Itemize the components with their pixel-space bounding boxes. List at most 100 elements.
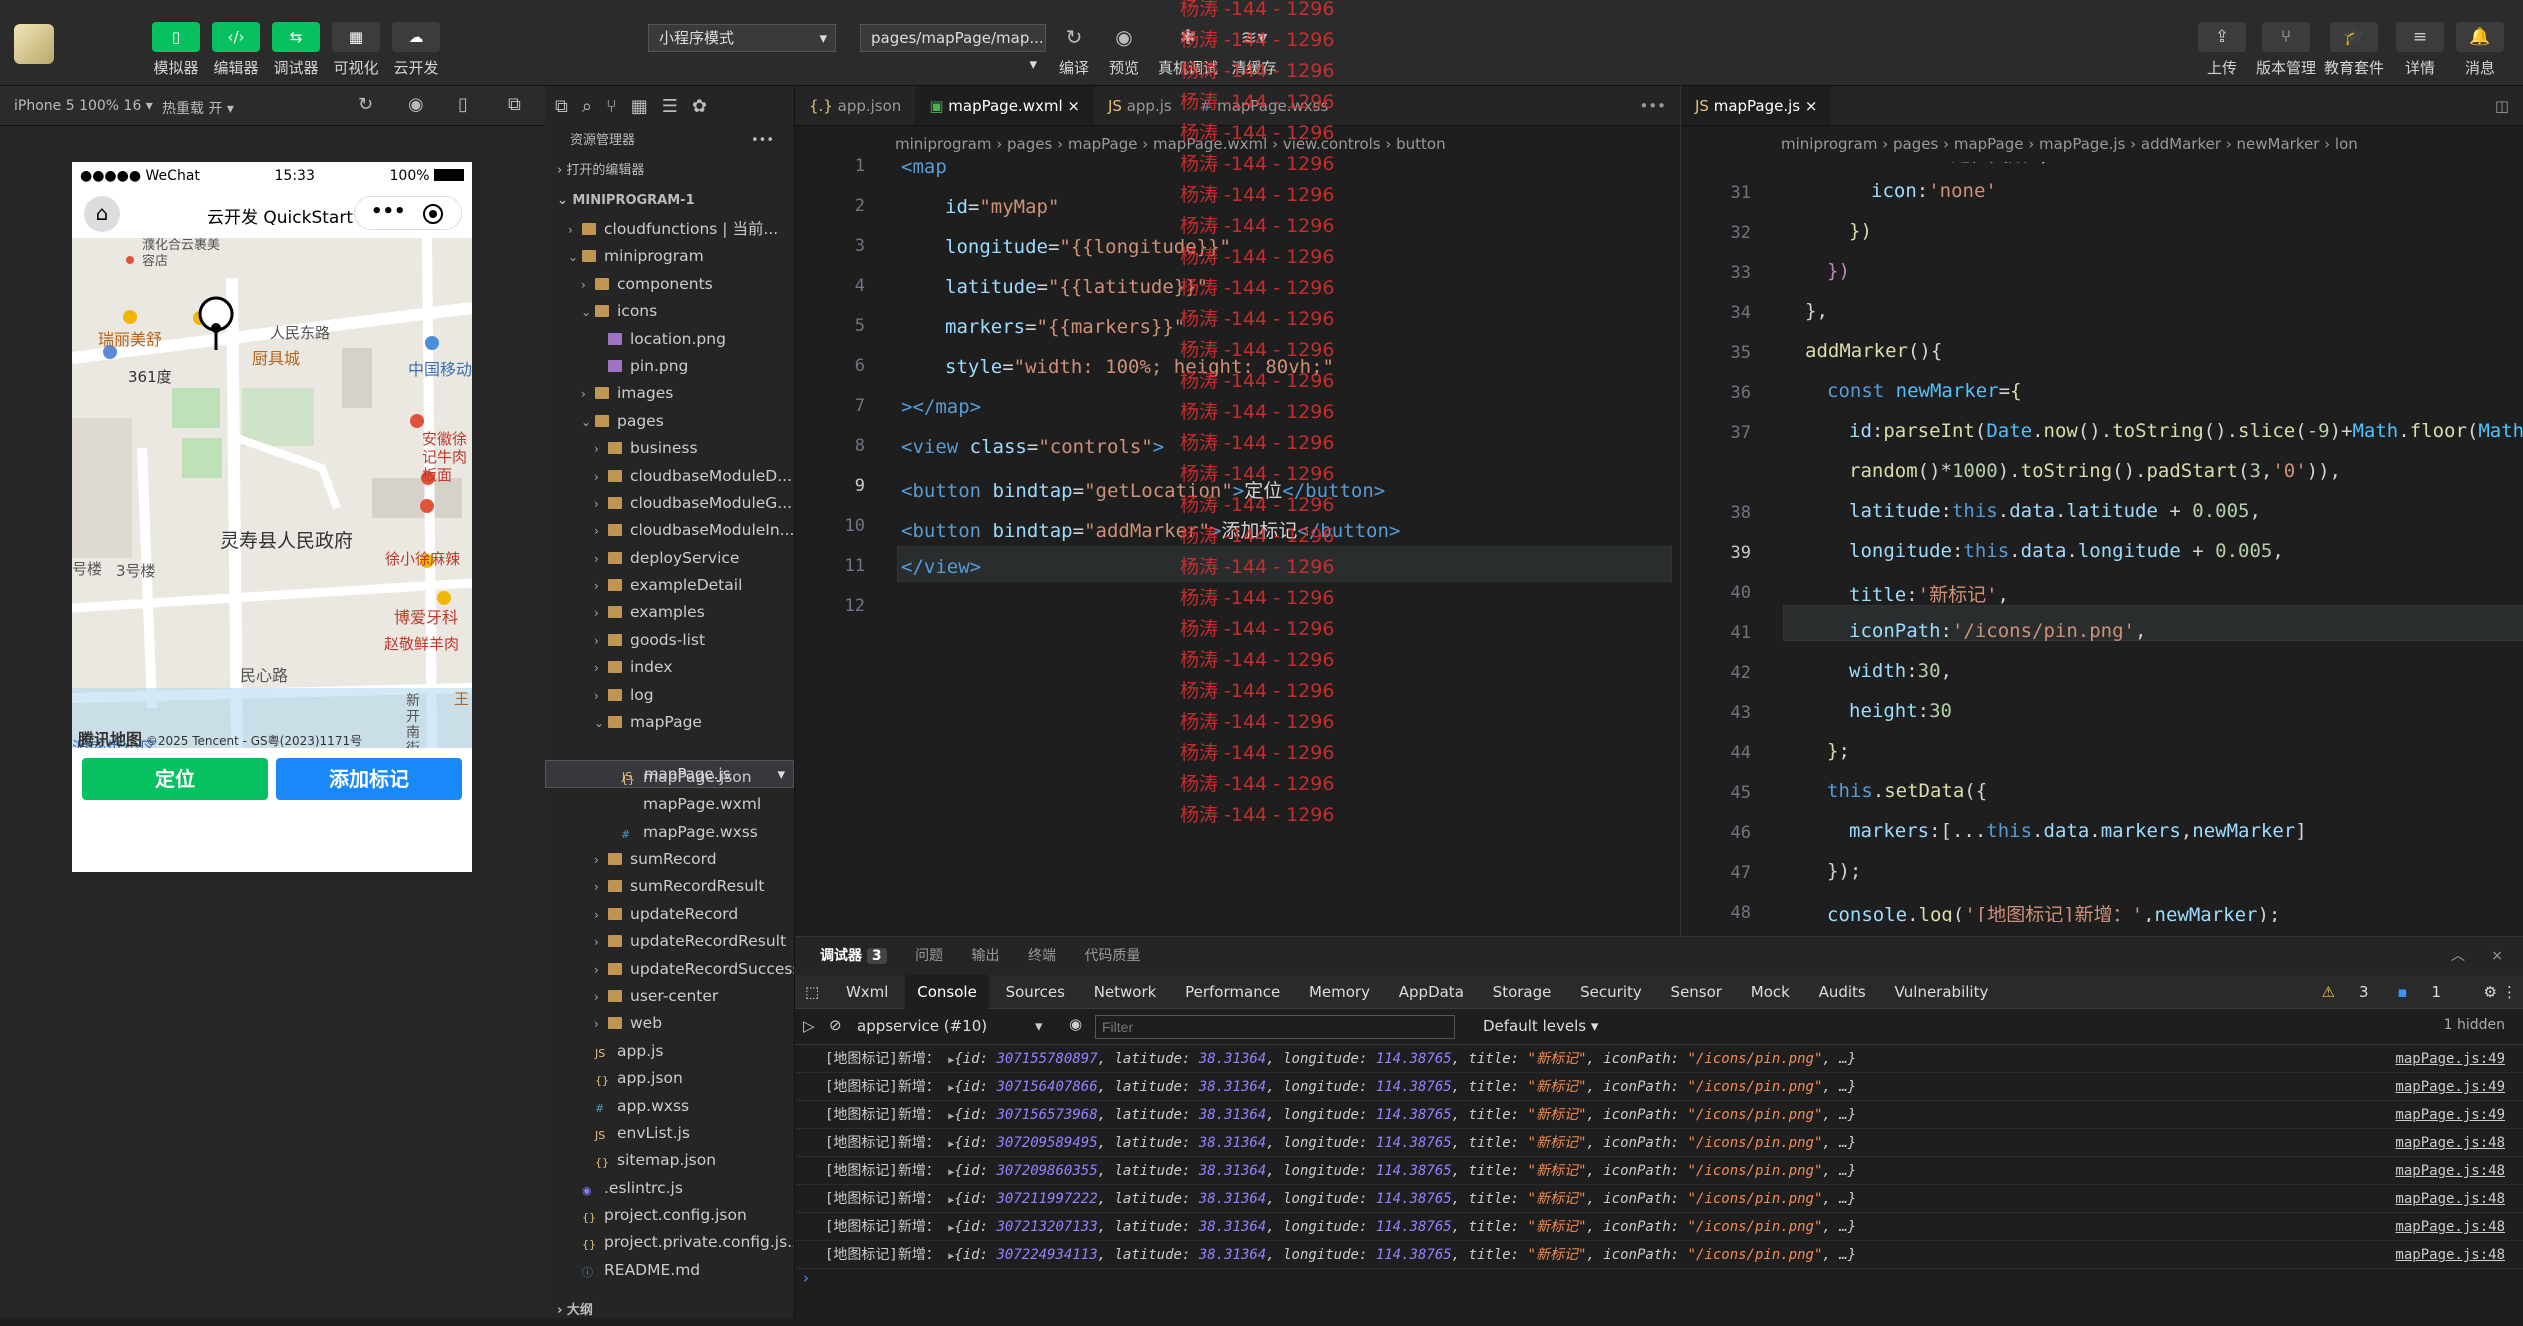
tab-mappage-js[interactable]: JS mapPage.js × [1681,86,1832,125]
outline-section[interactable]: › 大纲 [545,1296,593,1326]
tab-network[interactable]: Network [1082,975,1169,1009]
source-link[interactable]: mapPage.js:48 [2395,1185,2505,1213]
list-item[interactable]: {} project.config.json [545,1202,794,1229]
messages-button[interactable]: 🔔 消息 [2444,22,2516,78]
tab-storage[interactable]: Storage [1481,975,1564,1009]
debugger-button[interactable]: ⇆ 调试器 [266,22,326,78]
add-marker-button[interactable]: 添加标记 [276,758,462,800]
popout-icon[interactable]: ⧉ [508,94,521,115]
source-link[interactable]: mapPage.js:49 [2395,1073,2505,1101]
list-item[interactable]: › log [545,682,794,709]
more-icon[interactable]: ••• [1625,86,1680,125]
tab-audits[interactable]: Audits [1807,975,1878,1009]
inspect-icon[interactable]: ⬚ [795,975,829,1009]
list-item[interactable]: › sumRecord [545,846,794,873]
hotreload-toggle[interactable]: 热重载 开 ▾ [162,98,234,118]
list-item[interactable]: ⌄ mapPage [545,709,794,736]
sidebar-toggle-icon[interactable]: ▷ [803,1017,815,1035]
real-debug-button[interactable]: ✱ 真机调试 [1158,22,1218,78]
list-item[interactable]: › business [545,435,794,462]
tab-debugger[interactable]: 调试器 3 [820,948,887,964]
record-icon[interactable]: ◉ [408,94,424,115]
list-item[interactable]: › sumRecordResult [545,873,794,900]
list-item[interactable]: › updateRecordResult [545,928,794,955]
tab-wxml[interactable]: Wxml [834,975,901,1009]
list-item[interactable]: › images [545,380,794,407]
list-item[interactable]: JS app.js [545,1038,794,1065]
tab-mappage-wxml[interactable]: ▣ mapPage.wxml × [915,86,1094,125]
list-item[interactable]: › cloudbaseModuleIn... [545,517,794,544]
tab-app-json[interactable]: {.} app.json [795,86,915,125]
more-icon[interactable]: ••• [751,126,774,156]
list-item[interactable]: › updateRecord [545,901,794,928]
filter-input[interactable] [1095,1015,1455,1039]
clear-console-icon[interactable]: ⊘ [829,1016,842,1034]
source-link[interactable]: mapPage.js:49 [2395,1045,2505,1073]
home-icon[interactable]: ⌂ [84,196,120,232]
code-area[interactable]: 30title:'定位失败', 31icon:'none' 32}) 33}) … [1681,162,2523,922]
list-item[interactable]: › index [545,654,794,681]
simulator-button[interactable]: ▯ 模拟器 [146,22,206,78]
list-item[interactable]: {} app.json [545,1065,794,1092]
console-log-row[interactable]: [地图标记]新增： ▶{id: 307156573968, latitude: … [795,1101,2523,1129]
list-item[interactable]: › goods-list [545,627,794,654]
source-link[interactable]: mapPage.js:49 [2395,1101,2505,1129]
list-item[interactable]: › exampleDetail [545,572,794,599]
list-item[interactable]: JS envList.js [545,1120,794,1147]
console-log-row[interactable]: [地图标记]新增： ▶{id: 307155780897, latitude: … [795,1045,2523,1073]
list-item[interactable]: {} sitemap.json [545,1147,794,1174]
list-item[interactable]: › examples [545,599,794,626]
clear-cache-button[interactable]: ≋▾ 清缓存 [1224,22,1284,78]
mode-select[interactable]: 小程序模式 [648,24,836,52]
capsule-button[interactable]: ••• [354,196,462,230]
visual-button[interactable]: ▦ 可视化 [326,22,386,78]
close-icon[interactable]: × [2491,937,2503,975]
files-icon[interactable]: ⧉ [555,96,568,117]
list-item[interactable]: › components [545,271,794,298]
search-icon[interactable]: ⌕ [582,96,592,117]
source-link[interactable]: mapPage.js:48 [2395,1213,2505,1241]
console-log-row[interactable]: [地图标记]新增： ▶{id: 307213207133, latitude: … [795,1213,2523,1241]
tab-security[interactable]: Security [1568,975,1654,1009]
console-log-row[interactable]: [地图标记]新增： ▶{id: 307211997222, latitude: … [795,1185,2523,1213]
console-log-row[interactable]: [地图标记]新增： ▶{id: 307209860355, latitude: … [795,1157,2523,1185]
list-item[interactable]: › cloudfunctions | 当前... [545,216,794,243]
close-icon[interactable]: × [1067,97,1080,115]
list-item[interactable]: › cloudbaseModuleG... [545,490,794,517]
list-item[interactable]: mapPage.wxml [545,791,794,818]
tab-output[interactable]: 输出 [972,948,1000,964]
preview-button[interactable]: ◉ 预览 [1094,22,1154,78]
cloud-button[interactable]: ☁ 云开发 [386,22,446,78]
console-log-row[interactable]: [地图标记]新增： ▶{id: 307209589495, latitude: … [795,1129,2523,1157]
phone-icon[interactable]: ▯ [458,94,468,115]
tab-performance[interactable]: Performance [1173,975,1292,1009]
list-item[interactable]: › deployService [545,545,794,572]
list-item[interactable]: › web [545,1010,794,1037]
tab-memory[interactable]: Memory [1297,975,1382,1009]
list-item[interactable]: ◉ .eslintrc.js [545,1175,794,1202]
list-item[interactable]: ⌄ icons [545,298,794,325]
list-item[interactable]: › updateRecordSuccess [545,956,794,983]
list-item[interactable]: ⌄ miniprogram [545,243,794,270]
context-select[interactable]: appservice (#10) [857,1017,1017,1035]
code-area[interactable]: 1 <map 2 id="myMap" 3 longitude="{{longitud… [795,156,1680,922]
upload-button[interactable]: ⇪ 上传 [2186,22,2258,78]
git-icon[interactable]: ⑂ [606,96,617,117]
source-link[interactable]: mapPage.js:48 [2395,1157,2505,1185]
open-editors-section[interactable]: › 打开的编辑器 [545,156,794,186]
gear-icon[interactable]: ⚙ [2484,975,2497,1009]
tab-sensor[interactable]: Sensor [1659,975,1734,1009]
page-select[interactable]: pages/mapPage/map... [860,24,1046,77]
project-root[interactable]: ⌄ MINIPROGRAM-1 [545,186,794,216]
tab-console[interactable]: Console [905,975,989,1009]
device-select[interactable]: iPhone 5 100% 16 ▾ [14,98,153,114]
tab-mock[interactable]: Mock [1739,975,1802,1009]
levels-select[interactable]: Default levels ▾ [1483,1017,1598,1035]
tab-sources[interactable]: Sources [994,975,1077,1009]
console-prompt[interactable]: › [795,1269,2523,1293]
list-item[interactable]: location.png [545,326,794,353]
source-link[interactable]: mapPage.js:48 [2395,1129,2505,1157]
list-item[interactable]: ⌄ pages [545,408,794,435]
avatar[interactable] [14,24,54,64]
edu-button[interactable]: 🎓 教育套件 [2318,22,2390,78]
